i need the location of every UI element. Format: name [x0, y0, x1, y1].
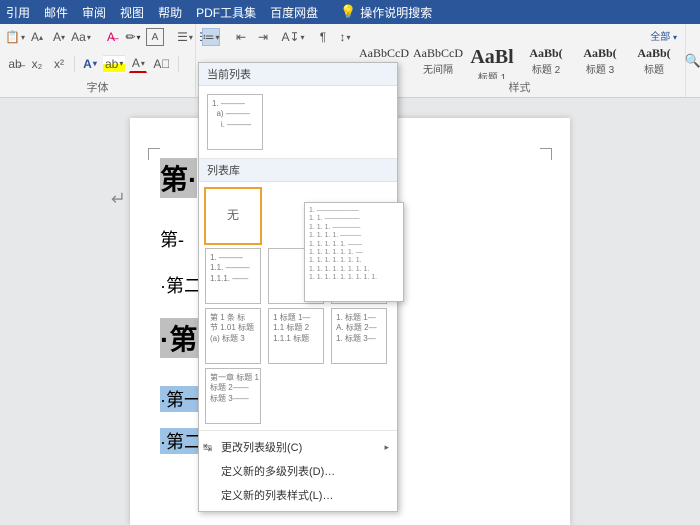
dropdown-section-library: 列表库	[199, 159, 397, 182]
menu-item[interactable]: 视图	[120, 4, 144, 21]
font-shrink-btn[interactable]: A▾	[50, 28, 68, 46]
superscript-btn[interactable]: x²	[50, 55, 68, 73]
strike-btn[interactable]: ab̶	[6, 55, 24, 73]
bulb-icon: 💡	[340, 4, 356, 20]
style-item[interactable]: AaBl标题 1	[466, 43, 518, 79]
menu-define-multilevel[interactable]: 定义新的多级列表(D)…	[199, 459, 397, 483]
menu-item[interactable]: 百度网盘	[270, 4, 318, 21]
tell-me-search[interactable]: 💡 操作说明搜索	[340, 4, 432, 21]
font-grow-btn[interactable]: A▴	[28, 28, 46, 46]
styles-group-label: 样式	[358, 79, 681, 97]
clear-format-btn[interactable]: A̶	[102, 28, 120, 46]
margin-corner	[148, 148, 160, 160]
list-thumb[interactable]: 1. 标题 1— A. 标题 2— 1. 标题 3—	[331, 308, 387, 364]
multilevel-preview-flyout[interactable]: 1. —————— 1. 1. ————— 1. 1. 1. ———— 1. 1…	[304, 202, 404, 302]
indent-decrease-btn[interactable]: ⇤	[232, 28, 250, 46]
menu-item[interactable]: 帮助	[158, 4, 182, 21]
menubar: 引用 邮件 审阅 视图 帮助 PDF工具集 百度网盘 💡 操作说明搜索	[0, 0, 700, 24]
menu-item[interactable]: 审阅	[82, 4, 106, 21]
styles-gallery: AaBbCcD正文 AaBbCcD无间隔 AaBl标题 1 AaBb(标题 2 …	[358, 43, 681, 79]
styles-group: 全部 ▾ AaBbCcD正文 AaBbCcD无间隔 AaBl标题 1 AaBb(…	[354, 24, 685, 97]
line-spacing-btn[interactable]: ↕	[336, 28, 354, 46]
list-thumb[interactable]: 第 1 条 标 节 1.01 标题 (a) 标题 3	[205, 308, 261, 364]
char-border-btn[interactable]: A	[146, 28, 164, 46]
list-thumb-none[interactable]: 无	[205, 188, 261, 244]
font-group-label: 字体	[6, 79, 189, 97]
enclosed-char-btn[interactable]: A⃝	[151, 55, 172, 73]
menu-item[interactable]: PDF工具集	[196, 4, 256, 21]
phonetic-btn[interactable]: ✏	[124, 28, 142, 46]
menu-item[interactable]: 邮件	[44, 4, 68, 21]
editing-group[interactable]: 🔍	[685, 24, 700, 97]
list-thumb-current[interactable]: 1. ——— a) ——— i. ———	[207, 94, 263, 150]
list-thumb[interactable]: 1 标题 1— 1.1 标题 2 1.1.1 标题	[268, 308, 324, 364]
show-marks-btn[interactable]: ¶	[314, 28, 332, 46]
list-thumb[interactable]: 第一章 标题 1 标题 2—— 标题 3——	[205, 368, 261, 424]
doc-text[interactable]: 第-	[160, 226, 184, 252]
style-item[interactable]: AaBbCcD无间隔	[412, 43, 464, 79]
style-item[interactable]: AaBb(标题	[628, 43, 680, 79]
font-paragraph-group: 📋 A▴ A▾ Aa A̶ ✏ A ☰ ☷ ab̶ x₂ x² A ab A A…	[0, 24, 196, 97]
search-placeholder: 操作说明搜索	[360, 4, 432, 21]
menu-item[interactable]: 引用	[6, 4, 30, 21]
newline-indicator	[110, 190, 124, 207]
menu-define-list-style[interactable]: 定义新的列表样式(L)…	[199, 483, 397, 507]
doc-text[interactable]: 第·	[160, 158, 197, 198]
multilevel-list-btn[interactable]: ≔	[202, 28, 220, 46]
style-item[interactable]: AaBb(标题 2	[520, 43, 572, 79]
bullets-btn[interactable]: ☰	[176, 28, 194, 46]
style-item[interactable]: AaBb(标题 3	[574, 43, 626, 79]
text-effects-btn[interactable]: A	[81, 55, 99, 73]
highlight-btn[interactable]: ab	[103, 55, 125, 73]
dropdown-section-current: 当前列表	[199, 63, 397, 86]
indent-increase-btn[interactable]: ⇥	[254, 28, 272, 46]
styles-all-label[interactable]: 全部	[650, 32, 670, 43]
change-case-btn[interactable]: Aa	[72, 28, 90, 46]
margin-corner	[540, 148, 552, 160]
doc-text[interactable]: ·第二	[160, 272, 202, 298]
sort-btn[interactable]: A↧	[284, 28, 302, 46]
subscript-btn[interactable]: x₂	[28, 55, 46, 73]
level-icon: ↹	[203, 441, 212, 454]
list-thumb[interactable]: 1. ——— 1.1. ——— 1.1.1. ——	[205, 248, 261, 304]
font-color-btn[interactable]: A	[129, 55, 147, 73]
menu-change-level[interactable]: ↹更改列表级别(C)	[199, 435, 397, 459]
paste-btn[interactable]: 📋	[6, 28, 24, 46]
